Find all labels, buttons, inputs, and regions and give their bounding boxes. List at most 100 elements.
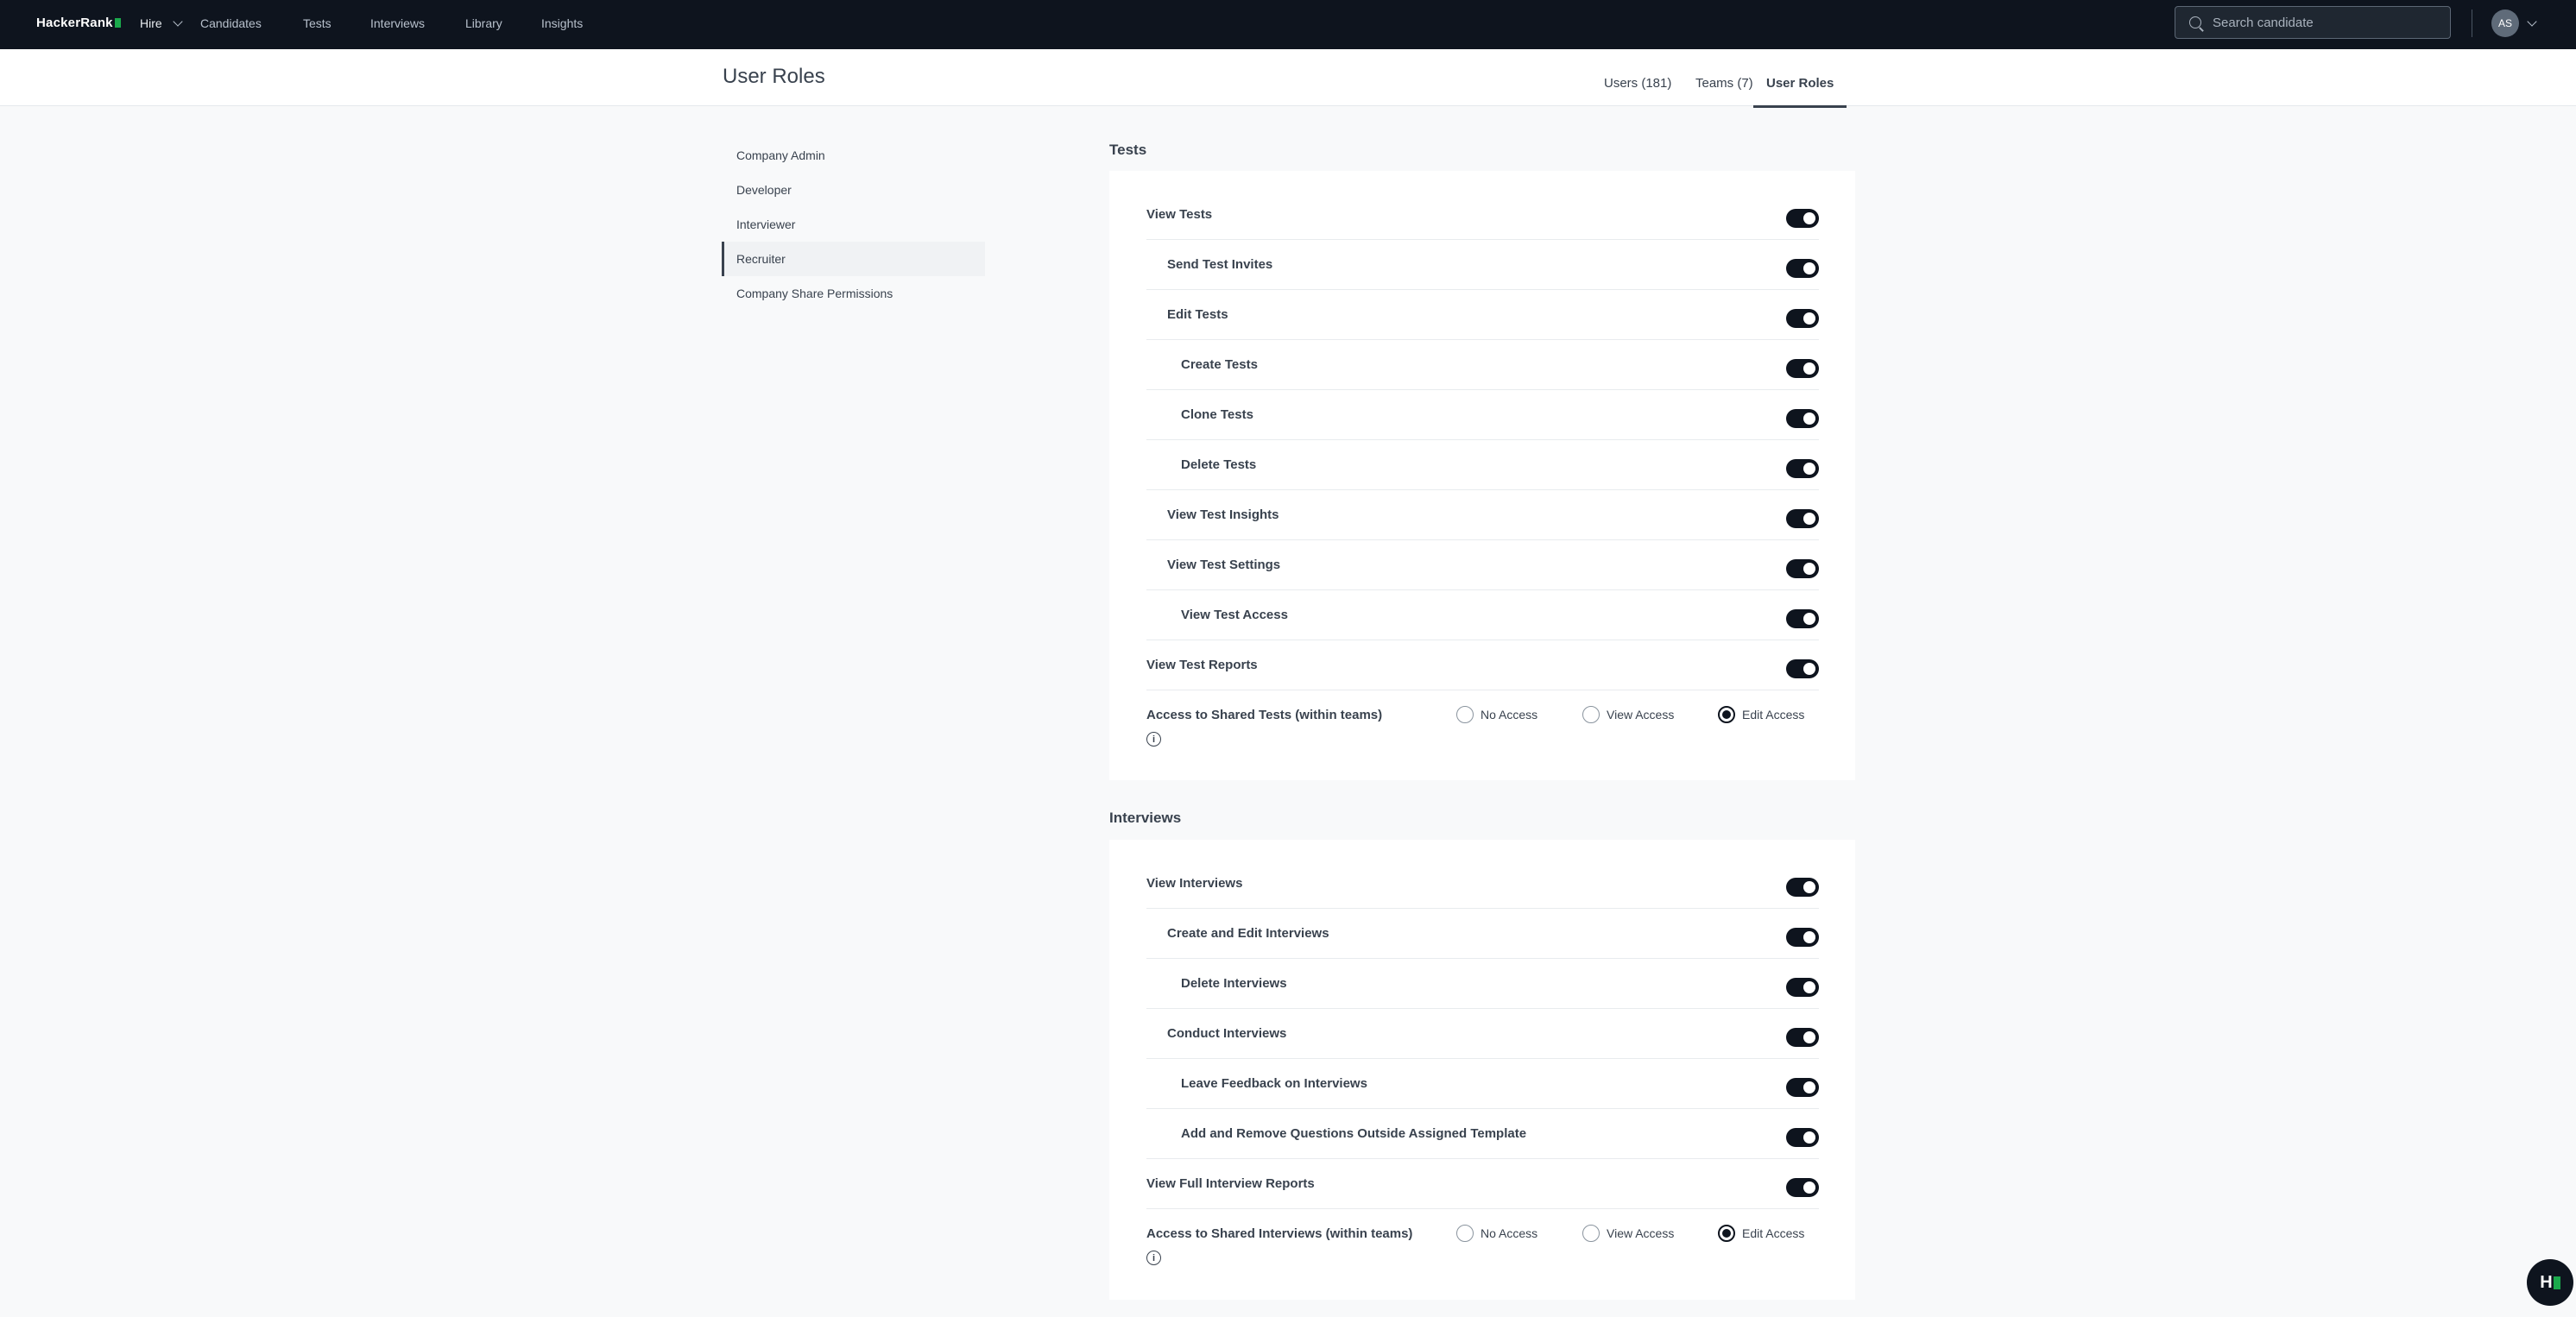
permission-toggle[interactable] — [1786, 259, 1819, 278]
radio-no-access[interactable]: No Access — [1456, 706, 1537, 723]
shared-interviews-label: Access to Shared Interviews (within team… — [1146, 1226, 1413, 1241]
permission-row: View Test Insights — [1146, 490, 1819, 540]
permission-row: Delete Tests — [1146, 440, 1819, 490]
radio-button[interactable] — [1456, 706, 1474, 723]
permission-row: Clone Tests — [1146, 390, 1819, 440]
nav-tests[interactable]: Tests — [303, 16, 331, 30]
permission-toggle[interactable] — [1786, 1078, 1819, 1097]
permission-label: Send Test Invites — [1167, 257, 1273, 272]
chevron-down-icon[interactable] — [2527, 16, 2537, 27]
permission-label: View Test Access — [1181, 608, 1288, 622]
permission-label: Delete Tests — [1181, 457, 1257, 472]
sidebar-item-company-share-permissions[interactable]: Company Share Permissions — [722, 276, 985, 311]
tab-users[interactable]: Users (181) — [1604, 76, 1671, 91]
radio-button[interactable] — [1582, 706, 1600, 723]
sidebar-item-developer[interactable]: Developer — [722, 173, 985, 207]
sidebar-item-company-admin[interactable]: Company Admin — [722, 138, 985, 173]
permission-toggle[interactable] — [1786, 659, 1819, 678]
permission-row: View Tests — [1146, 190, 1819, 240]
permission-label: Add and Remove Questions Outside Assigne… — [1181, 1126, 1527, 1141]
search-icon — [2189, 16, 2201, 28]
search-input[interactable] — [2213, 14, 2437, 31]
brand-mark-icon — [114, 18, 121, 28]
nav-interviews[interactable]: Interviews — [370, 16, 425, 30]
permission-toggle[interactable] — [1786, 1128, 1819, 1147]
nav-candidates[interactable]: Candidates — [200, 16, 262, 30]
permission-row: Create and Edit Interviews — [1146, 909, 1819, 959]
radio-label: View Access — [1607, 1226, 1675, 1240]
permission-label: Delete Interviews — [1181, 976, 1287, 991]
radio-label: No Access — [1481, 708, 1538, 722]
permission-toggle[interactable] — [1786, 309, 1819, 328]
shared-interviews-access-row: Access to Shared Interviews (within team… — [1146, 1209, 1819, 1278]
permission-row: View Interviews — [1146, 859, 1819, 909]
hackerrank-logo[interactable]: HackerRank — [36, 16, 121, 30]
tab-user-roles[interactable]: User Roles — [1753, 76, 1847, 108]
permission-toggle[interactable] — [1786, 459, 1819, 478]
permission-toggle[interactable] — [1786, 978, 1819, 997]
tab-teams[interactable]: Teams (7) — [1695, 76, 1753, 91]
radio-view-access[interactable]: View Access — [1582, 1225, 1674, 1242]
permission-row: View Test Access — [1146, 590, 1819, 640]
permission-toggle[interactable] — [1786, 409, 1819, 428]
permission-toggle[interactable] — [1786, 1178, 1819, 1197]
interviews-section-title: Interviews — [1109, 810, 1182, 826]
permission-toggle[interactable] — [1786, 209, 1819, 228]
sidebar-item-recruiter[interactable]: Recruiter — [722, 242, 985, 276]
radio-button[interactable] — [1456, 1225, 1474, 1242]
role-sidebar: Company Admin Developer Interviewer Recr… — [722, 138, 985, 311]
permission-row: Create Tests — [1146, 340, 1819, 390]
permission-row: View Test Settings — [1146, 540, 1819, 590]
permission-row: Send Test Invites — [1146, 240, 1819, 290]
permission-toggle[interactable] — [1786, 559, 1819, 578]
permission-toggle[interactable] — [1786, 509, 1819, 528]
info-icon[interactable]: i — [1146, 732, 1161, 747]
radio-view-access[interactable]: View Access — [1582, 706, 1674, 723]
tests-section-title: Tests — [1109, 142, 1147, 158]
top-navbar: HackerRank Hire Candidates Tests Intervi… — [0, 0, 2576, 49]
shared-tests-label: Access to Shared Tests (within teams) — [1146, 708, 1383, 722]
permission-row: Add and Remove Questions Outside Assigne… — [1146, 1109, 1819, 1159]
info-icon[interactable]: i — [1146, 1251, 1161, 1265]
radio-label: Edit Access — [1742, 708, 1805, 722]
page-title: User Roles — [723, 65, 825, 88]
radio-button-selected[interactable] — [1718, 706, 1735, 723]
nav-hire-dropdown[interactable]: Hire — [140, 16, 183, 30]
permission-label: View Tests — [1146, 207, 1213, 222]
permission-label: View Test Reports — [1146, 658, 1258, 672]
permission-row: Edit Tests — [1146, 290, 1819, 340]
search-box — [2175, 6, 2451, 39]
permission-toggle[interactable] — [1786, 359, 1819, 378]
nav-library[interactable]: Library — [465, 16, 502, 30]
permission-toggle[interactable] — [1786, 928, 1819, 947]
permission-row: Conduct Interviews — [1146, 1009, 1819, 1059]
radio-label: No Access — [1481, 1226, 1538, 1240]
permission-toggle[interactable] — [1786, 878, 1819, 897]
permission-row: View Full Interview Reports — [1146, 1159, 1819, 1209]
avatar[interactable]: AS — [2491, 9, 2519, 37]
permission-toggle[interactable] — [1786, 1028, 1819, 1047]
nav-insights[interactable]: Insights — [541, 16, 583, 30]
permission-label: Create Tests — [1181, 357, 1258, 372]
nav-hire-label: Hire — [140, 16, 162, 30]
radio-edit-access[interactable]: Edit Access — [1718, 706, 1804, 723]
chevron-down-icon — [173, 16, 183, 27]
permission-toggle[interactable] — [1786, 609, 1819, 628]
sidebar-item-interviewer[interactable]: Interviewer — [722, 207, 985, 242]
interviews-permissions-card: View Interviews Create and Edit Intervie… — [1109, 840, 1855, 1300]
brand-mark-icon — [2553, 1276, 2560, 1289]
radio-label: View Access — [1607, 708, 1675, 722]
radio-button[interactable] — [1582, 1225, 1600, 1242]
permission-label: Conduct Interviews — [1167, 1026, 1287, 1041]
radio-label: Edit Access — [1742, 1226, 1805, 1240]
permission-label: Leave Feedback on Interviews — [1181, 1076, 1367, 1091]
radio-edit-access[interactable]: Edit Access — [1718, 1225, 1804, 1242]
permission-label: Clone Tests — [1181, 407, 1253, 422]
radio-button-selected[interactable] — [1718, 1225, 1735, 1242]
permission-row: Delete Interviews — [1146, 959, 1819, 1009]
radio-no-access[interactable]: No Access — [1456, 1225, 1537, 1242]
permission-label: View Full Interview Reports — [1146, 1176, 1315, 1191]
permission-label: Edit Tests — [1167, 307, 1228, 322]
page-header: User Roles Users (181) Teams (7) User Ro… — [0, 49, 2576, 108]
help-chat-button[interactable]: H — [2527, 1259, 2573, 1306]
